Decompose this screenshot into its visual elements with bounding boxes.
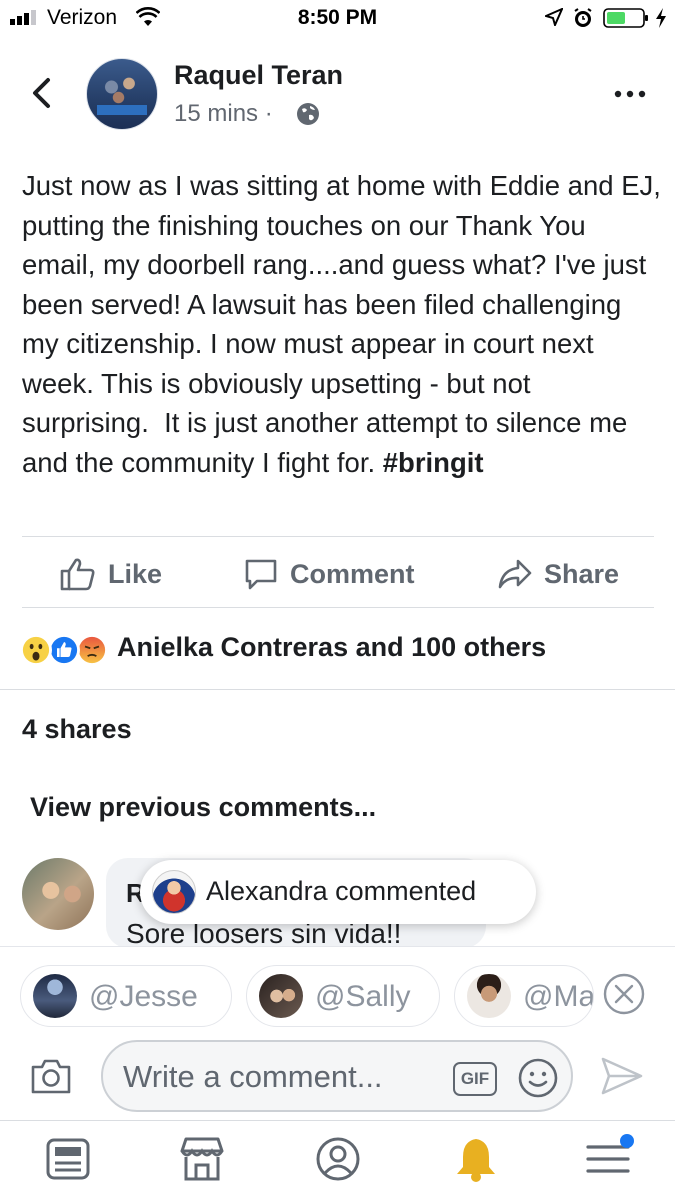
alarm-icon [574,8,592,27]
emoji-icon[interactable] [517,1057,559,1099]
comment-label: Comment [290,558,415,589]
toast-avatar [152,870,196,914]
charging-bolt-icon [656,8,666,28]
mention-chip[interactable]: @Sally [246,965,440,1027]
post-time-text: 15 mins [174,100,259,127]
status-bar: Verizon 8:50 PM [0,0,675,40]
mention-chip[interactable]: @Ma [454,965,594,1027]
location-arrow-icon [545,8,563,26]
poster-avatar[interactable] [86,58,158,130]
mention-avatar [259,974,303,1018]
send-icon[interactable] [600,1056,644,1096]
reaction-icons[interactable] [20,632,116,668]
mention-label: @Jesse [89,980,198,1013]
share-button[interactable]: Share [498,556,619,592]
wow-reaction-icon [20,634,52,666]
mention-label: @Sally [315,980,411,1013]
comment-input[interactable] [123,1058,443,1096]
notifications-bell-icon[interactable] [452,1135,500,1183]
mention-avatar [467,974,511,1018]
like-label: Like [108,558,163,589]
share-label: Share [544,558,620,589]
post-body: Just now as I was sitting at home with E… [22,166,662,482]
share-arrow-icon [498,559,532,589]
camera-icon[interactable] [30,1057,72,1095]
mention-avatar [33,974,77,1018]
post-timestamp[interactable]: 15 mins · [174,100,273,128]
mention-suggestions: @Jesse @Sally @Ma [0,946,675,1046]
divider [22,536,654,537]
comment-composer: GIF [101,1040,573,1112]
more-options-icon[interactable] [612,88,648,100]
comment-button[interactable]: Comment [244,556,415,592]
post-text: Just now as I was sitting at home with E… [22,170,669,478]
reactions-summary[interactable]: Anielka Contreras and 100 others [117,632,546,663]
news-feed-icon[interactable] [44,1135,92,1183]
hashtag-link[interactable]: #bringit [383,447,484,478]
commenter-avatar[interactable] [22,858,94,930]
mention-label: @Ma [523,980,594,1013]
new-comment-toast[interactable]: Alexandra commented [140,860,536,924]
angry-reaction-icon [76,634,108,666]
marketplace-icon[interactable] [178,1135,226,1183]
globe-icon [297,103,319,125]
back-chevron-icon[interactable] [26,76,58,110]
divider [22,607,654,608]
profile-icon[interactable] [314,1135,362,1183]
divider [0,689,675,690]
poster-name[interactable]: Raquel Teran [174,60,343,91]
shares-count[interactable]: 4 shares [22,714,132,745]
close-circle-icon[interactable] [602,972,646,1016]
view-previous-comments-link[interactable]: View previous comments... [30,792,376,823]
mention-chip[interactable]: @Jesse [20,965,232,1027]
gif-button[interactable]: GIF [453,1062,497,1096]
like-button[interactable]: Like [60,556,162,592]
thumbs-up-icon [60,558,95,591]
comment-bubble-icon [245,559,277,590]
post-time-separator: · [264,100,273,127]
battery-icon [603,8,648,28]
toast-text: Alexandra commented [206,876,477,906]
bottom-navigation [0,1120,675,1200]
menu-notification-dot [620,1134,634,1148]
like-reaction-icon [48,634,80,666]
